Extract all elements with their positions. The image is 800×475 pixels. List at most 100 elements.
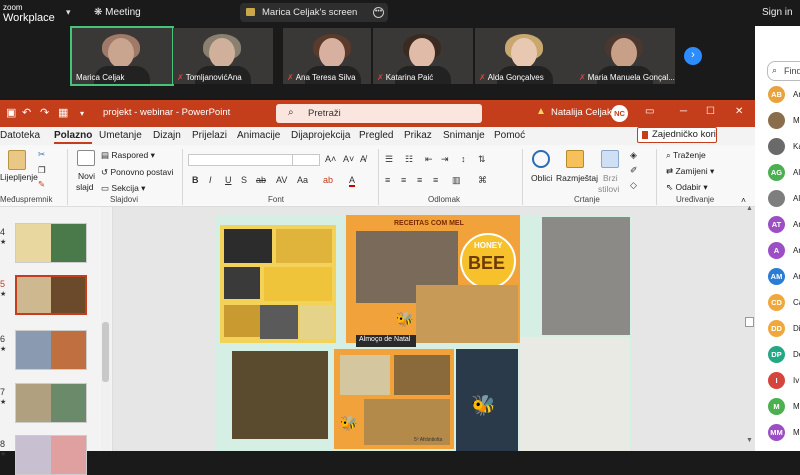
format-painter-icon[interactable]: ✎: [38, 179, 45, 190]
participant-list-name[interactable]: Ar: [793, 90, 800, 99]
shape-outline-icon[interactable]: ✐: [630, 165, 638, 176]
participant-avatar[interactable]: AM: [768, 268, 785, 285]
participant-list-name[interactable]: Do: [793, 350, 800, 359]
new-slide-icon[interactable]: [77, 150, 95, 166]
underline-icon[interactable]: U: [225, 175, 232, 185]
paste-label[interactable]: Lijepljenje: [0, 172, 38, 182]
participant-tile[interactable]: ✗ Alda Gonçalves: [475, 28, 575, 84]
text-direction-icon[interactable]: ⇅: [478, 154, 486, 165]
present-icon[interactable]: ▦: [58, 106, 68, 119]
tab-1[interactable]: Polazno: [54, 130, 93, 144]
justify-icon[interactable]: ≡: [433, 175, 438, 185]
arrange-label[interactable]: Razmještaj: [556, 173, 598, 183]
meeting-menu[interactable]: ❋ Meeting: [94, 7, 141, 18]
grow-font-icon[interactable]: A˄: [325, 154, 336, 164]
participant-list-name[interactable]: Al: [793, 194, 800, 203]
scrollbar-thumb[interactable]: [102, 322, 109, 382]
sign-in-link[interactable]: Sign in: [762, 7, 793, 18]
reset-button[interactable]: ↺ Ponovno postavi: [101, 167, 173, 178]
shapes-icon[interactable]: [532, 150, 550, 168]
shadow-icon[interactable]: S: [241, 175, 247, 185]
tab-3[interactable]: Dizajn: [153, 130, 181, 141]
maximize-icon[interactable]: ☐: [706, 106, 715, 117]
quick-styles-icon[interactable]: [601, 150, 619, 168]
tab-10[interactable]: Pomoć: [494, 130, 525, 141]
customize-icon[interactable]: ▾: [80, 109, 84, 118]
more-options-icon[interactable]: •••: [373, 7, 384, 18]
participant-avatar[interactable]: MM: [768, 424, 785, 441]
highlight-icon[interactable]: ab: [323, 175, 333, 185]
new-slide-label-2[interactable]: slajd: [76, 182, 93, 192]
increase-indent-icon[interactable]: ⇥: [441, 154, 449, 165]
participant-list-name[interactable]: Al: [793, 168, 800, 177]
redo-icon[interactable]: ↷: [40, 106, 49, 119]
participant-list-name[interactable]: Ar: [793, 220, 800, 229]
scroll-up-icon[interactable]: ▲: [746, 205, 753, 212]
tab-5[interactable]: Animacije: [237, 130, 280, 141]
participant-list-name[interactable]: Ar: [793, 246, 800, 255]
participant-list-name[interactable]: Ca: [793, 298, 800, 307]
smartart-icon[interactable]: ⌘: [478, 175, 487, 186]
participant-avatar[interactable]: [768, 138, 785, 155]
participant-list-name[interactable]: Di: [793, 324, 800, 333]
ribbon-display-icon[interactable]: ▭: [645, 106, 654, 117]
participant-avatar[interactable]: A: [768, 242, 785, 259]
participant-tile[interactable]: Marica Celjak: [70, 26, 174, 86]
tab-6[interactable]: Dijaprojekcija: [291, 130, 350, 141]
quick-styles-label-1[interactable]: Brzi: [603, 173, 618, 183]
font-size-select[interactable]: [292, 154, 320, 166]
chevron-down-icon[interactable]: ▾: [66, 7, 71, 18]
italic-icon[interactable]: I: [209, 175, 212, 185]
paste-icon[interactable]: [8, 150, 26, 170]
copy-icon[interactable]: ❐: [38, 165, 46, 176]
align-center-icon[interactable]: ≡: [401, 175, 406, 185]
participant-list-name[interactable]: Ar: [793, 272, 800, 281]
participant-list-name[interactable]: M: [793, 116, 800, 125]
participant-list-name[interactable]: M: [793, 428, 800, 437]
slide-thumbnail[interactable]: [15, 330, 87, 370]
scrollbar-thumb[interactable]: [745, 317, 754, 327]
minimize-icon[interactable]: ─: [680, 106, 687, 117]
user-avatar[interactable]: NC: [611, 105, 628, 122]
align-right-icon[interactable]: ≡: [417, 175, 422, 185]
save-icon[interactable]: ▣: [6, 106, 16, 119]
participant-avatar[interactable]: AT: [768, 216, 785, 233]
participant-tile[interactable]: ✗ TomljanovićAna: [173, 28, 273, 84]
section-button[interactable]: ▭ Sekcija ▾: [101, 183, 145, 194]
screen-share-indicator[interactable]: Marica Celjak's screen •••: [240, 3, 388, 22]
tab-7[interactable]: Pregled: [359, 130, 393, 141]
select-button[interactable]: ⇖ Odabir ▾: [666, 182, 708, 193]
char-spacing-icon[interactable]: AV: [276, 175, 287, 185]
arrange-icon[interactable]: [566, 150, 584, 168]
slide-thumbnail[interactable]: [15, 275, 87, 315]
thumbnails-scrollbar[interactable]: [101, 207, 110, 451]
tab-8[interactable]: Prikaz: [404, 130, 432, 141]
participant-list-name[interactable]: Iv: [793, 376, 799, 385]
slide-thumbnail[interactable]: [15, 435, 87, 475]
participant-avatar[interactable]: [768, 112, 785, 129]
participant-avatar[interactable]: AG: [768, 164, 785, 181]
canvas-scrollbar[interactable]: ▲ ▼: [744, 205, 755, 451]
layout-button[interactable]: ▤ Raspored ▾: [101, 150, 155, 161]
participant-avatar[interactable]: [768, 190, 785, 207]
strikethrough-icon[interactable]: ab: [256, 175, 266, 185]
participant-avatar[interactable]: CD: [768, 294, 785, 311]
participant-avatar[interactable]: DP: [768, 346, 785, 363]
scroll-down-icon[interactable]: ▼: [746, 437, 753, 444]
shape-effects-icon[interactable]: ◇: [630, 180, 637, 191]
change-case-icon[interactable]: Aa: [297, 175, 308, 185]
cut-icon[interactable]: ✂: [38, 149, 45, 160]
tab-9[interactable]: Snimanje: [443, 130, 485, 141]
align-left-icon[interactable]: ≡: [385, 175, 390, 185]
participant-list-name[interactable]: M: [793, 402, 800, 411]
close-icon[interactable]: ✕: [735, 106, 743, 117]
new-slide-label-1[interactable]: Novi: [78, 171, 95, 181]
undo-icon[interactable]: ↶: [22, 106, 31, 119]
participant-list-name[interactable]: Ka: [793, 142, 800, 151]
columns-icon[interactable]: ▥: [452, 175, 461, 186]
shapes-label[interactable]: Oblici: [531, 173, 552, 183]
share-button[interactable]: Zajedničko korištenje: [637, 127, 717, 143]
participant-avatar[interactable]: DD: [768, 320, 785, 337]
bold-icon[interactable]: B: [192, 175, 199, 185]
shrink-font-icon[interactable]: A˅: [343, 154, 354, 164]
